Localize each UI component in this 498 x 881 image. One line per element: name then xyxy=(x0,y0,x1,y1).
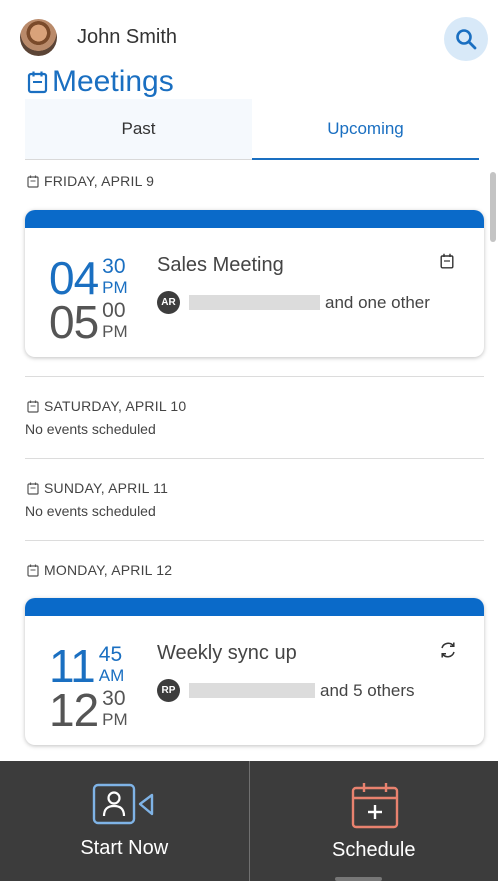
end-hour: 05 xyxy=(49,296,99,348)
calendar-icon xyxy=(27,564,39,577)
start-time: 11 45 AM xyxy=(49,640,128,692)
page-title: Meetings xyxy=(27,64,174,100)
start-now-button[interactable]: Start Now xyxy=(0,761,249,881)
meeting-time: 11 45 AM 12 30 PM xyxy=(49,640,128,736)
scrollbar-thumb[interactable] xyxy=(490,172,496,242)
app-header: John Smith xyxy=(0,0,498,68)
no-events-text: No events scheduled xyxy=(25,421,156,437)
calendar-add-icon xyxy=(351,783,398,829)
attendee-initials: RP xyxy=(157,679,180,702)
start-time: 04 30 PM xyxy=(49,252,128,304)
end-meridiem: PM xyxy=(102,710,128,729)
attendee-initials: AR xyxy=(157,291,180,314)
tab-upcoming[interactable]: Upcoming xyxy=(252,99,479,160)
start-meridiem: AM xyxy=(98,666,125,685)
start-minute: 45 xyxy=(98,643,123,666)
card-accent-bar xyxy=(25,598,484,616)
attendee-others: and 5 others xyxy=(320,680,415,700)
divider xyxy=(25,458,484,459)
attendee-others: and one other xyxy=(325,292,430,312)
bottom-action-bar: Start Now Schedule xyxy=(0,761,498,881)
calendar-icon xyxy=(27,71,48,94)
day-label: MONDAY, APRIL 12 xyxy=(44,562,173,578)
day-header: SATURDAY, APRIL 10 xyxy=(27,398,186,414)
tab-past[interactable]: Past xyxy=(25,99,252,159)
end-meridiem: PM xyxy=(102,322,128,341)
search-icon xyxy=(456,29,477,50)
page-title-label: Meetings xyxy=(52,65,174,98)
start-minute: 30 xyxy=(102,255,126,278)
day-header: SUNDAY, APRIL 11 xyxy=(27,480,168,496)
day-header: MONDAY, APRIL 12 xyxy=(27,562,172,578)
calendar-icon xyxy=(440,253,454,269)
divider xyxy=(25,376,484,377)
day-label: FRIDAY, APRIL 9 xyxy=(44,173,155,189)
day-label: SATURDAY, APRIL 10 xyxy=(44,398,187,414)
meeting-title: Sales Meeting xyxy=(157,254,284,276)
card-accent-bar xyxy=(25,210,484,228)
day-header: FRIDAY, APRIL 9 xyxy=(27,173,154,189)
calendar-icon xyxy=(27,482,39,495)
video-camera-icon xyxy=(92,783,154,825)
recurring-icon xyxy=(441,642,455,658)
start-meridiem: PM xyxy=(102,278,128,297)
calendar-icon xyxy=(27,175,39,188)
search-button[interactable] xyxy=(444,17,488,61)
end-time: 12 30 PM xyxy=(49,684,128,736)
divider xyxy=(25,540,484,541)
meeting-card[interactable]: 11 45 AM 12 30 PM Weekly sync up RP and … xyxy=(25,598,484,745)
avatar[interactable] xyxy=(20,19,57,56)
calendar-icon xyxy=(27,400,39,413)
meeting-title: Weekly sync up xyxy=(157,642,297,664)
schedule-button[interactable]: Schedule xyxy=(248,761,498,881)
schedule-label: Schedule xyxy=(332,839,416,861)
end-hour: 12 xyxy=(49,684,99,736)
redacted-name xyxy=(189,295,320,310)
start-hour: 04 xyxy=(49,252,99,304)
end-minute: 00 xyxy=(102,299,126,322)
attendees: AR and one other xyxy=(157,291,430,314)
meeting-card[interactable]: 04 30 PM 05 00 PM Sales Meeting AR and o… xyxy=(25,210,484,357)
start-hour: 11 xyxy=(49,640,96,692)
meeting-time: 04 30 PM 05 00 PM xyxy=(49,252,128,348)
end-time: 05 00 PM xyxy=(49,296,128,348)
no-events-text: No events scheduled xyxy=(25,503,156,519)
end-minute: 30 xyxy=(102,687,126,710)
redacted-name xyxy=(189,683,315,698)
start-now-label: Start Now xyxy=(80,837,169,859)
day-label: SUNDAY, APRIL 11 xyxy=(44,480,169,496)
attendees: RP and 5 others xyxy=(157,679,415,702)
meeting-tabs: Past Upcoming xyxy=(25,99,479,160)
home-indicator xyxy=(335,877,382,881)
user-name: John Smith xyxy=(77,26,178,48)
